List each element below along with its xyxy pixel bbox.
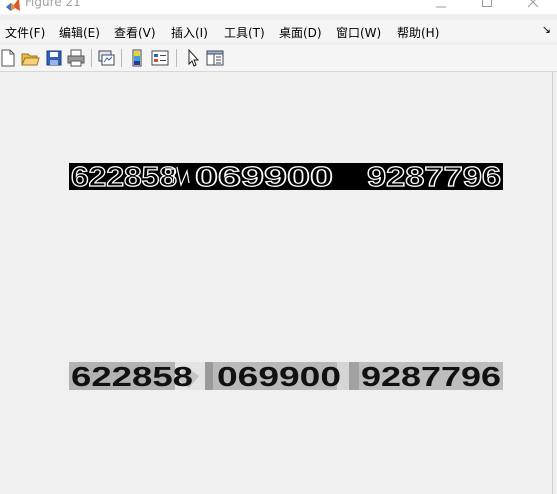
- gray-digit-group-2: 069900: [217, 362, 341, 390]
- new-figure-icon[interactable]: [0, 48, 18, 68]
- menu-bar: 文件(F) 编辑(E) 查看(V) 插入(I) 工具(T) 桌面(D) 窗口(W…: [0, 20, 557, 42]
- menu-window[interactable]: 窗口(W): [336, 24, 381, 41]
- matlab-logo-icon: [5, 0, 21, 13]
- title-bar: Figure 21: [0, 0, 557, 14]
- edge-digit-group-3: 9287796: [367, 163, 501, 190]
- minimize-button[interactable]: [418, 0, 464, 14]
- edge-digit-group-2: 069900: [195, 163, 333, 190]
- edge-digit-group-1: 622858: [71, 163, 177, 190]
- toolbar: [0, 45, 557, 72]
- insert-colorbar-icon[interactable]: [127, 48, 147, 68]
- menu-view[interactable]: 查看(V): [114, 24, 156, 41]
- gray-digit-group-1: 622858: [71, 362, 193, 390]
- property-inspector-icon[interactable]: [205, 48, 225, 68]
- print-icon[interactable]: [66, 48, 86, 68]
- toolbar-separator: [121, 49, 122, 67]
- close-button[interactable]: [510, 0, 556, 14]
- window-title: Figure 21: [25, 0, 81, 9]
- grayscale-image: 622858 069900 9287796: [69, 362, 503, 390]
- menu-help[interactable]: 帮助(H): [397, 24, 439, 41]
- link-plot-icon[interactable]: [96, 48, 116, 68]
- edge-image: 622858 069900 9287796: [69, 163, 503, 190]
- window-right-border: [552, 71, 553, 494]
- toolbar-separator: [91, 49, 92, 67]
- insert-legend-icon[interactable]: [150, 48, 170, 68]
- toolbar-separator: [176, 49, 177, 67]
- menu-desktop[interactable]: 桌面(D): [279, 24, 322, 41]
- menu-tools[interactable]: 工具(T): [224, 24, 265, 41]
- maximize-button[interactable]: [464, 0, 510, 14]
- menu-edit[interactable]: 编辑(E): [59, 24, 100, 41]
- gray-digit-group-3: 9287796: [361, 362, 501, 390]
- save-icon[interactable]: [44, 48, 64, 68]
- edit-plot-arrow-icon[interactable]: [183, 48, 203, 68]
- open-file-icon[interactable]: [20, 48, 40, 68]
- menu-insert[interactable]: 插入(I): [171, 24, 208, 41]
- menu-file[interactable]: 文件(F): [5, 24, 45, 41]
- undock-arrow-icon[interactable]: ↘: [542, 23, 551, 36]
